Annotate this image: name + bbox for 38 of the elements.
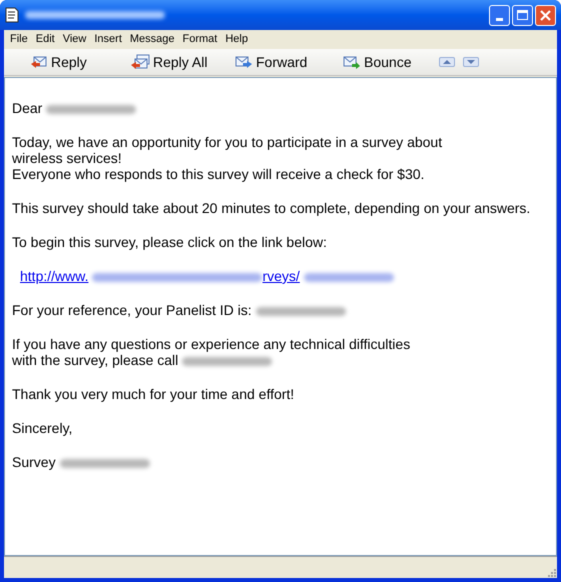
body-text: For your reference, your Panelist ID is:: [12, 302, 252, 318]
resize-grip-icon[interactable]: [546, 567, 556, 577]
document-icon: [5, 7, 19, 23]
minimize-button[interactable]: [489, 4, 510, 26]
menu-item[interactable]: Message: [126, 31, 178, 48]
toolbar-button[interactable]: Bounce: [343, 51, 439, 73]
next-button[interactable]: [463, 57, 479, 67]
close-button[interactable]: [535, 4, 556, 26]
toolbar-button[interactable]: Reply: [30, 51, 130, 73]
body-text: Dear: [12, 100, 42, 116]
body-text: Sincerely,: [12, 420, 72, 436]
toolbar-button[interactable]: Forward: [235, 51, 343, 73]
body-text: Today, we have an opportunity for you to participate in a survey about: [12, 134, 442, 150]
envelope-arrow-icon: [235, 54, 253, 70]
menu-item[interactable]: Format: [180, 31, 220, 48]
close-icon: [540, 10, 551, 20]
envelopes-arrow-icon: [130, 54, 150, 70]
menu-item[interactable]: View: [60, 31, 90, 48]
body-text: If you have any questions or experience any technical difficulties: [12, 336, 410, 352]
menu-item[interactable]: File: [7, 31, 31, 48]
toolbar-button[interactable]: Reply All: [130, 51, 235, 73]
maximize-button[interactable]: [512, 4, 533, 26]
body-text: To begin this survey, please click on the link below:: [12, 234, 327, 250]
menu-item[interactable]: Help: [222, 31, 251, 48]
triangle-up-icon: [443, 60, 451, 64]
envelope-arrow-icon: [343, 54, 361, 70]
menu-item[interactable]: Edit: [32, 31, 58, 48]
body-text: wireless services!: [12, 150, 122, 166]
envelope-arrow-icon: [30, 54, 48, 70]
body-text: Thank you very much for your time and effort!: [12, 386, 294, 402]
body-text: Survey: [12, 454, 56, 470]
body-text: This survey should take about 20 minutes to complete, depending on your answers.: [12, 200, 530, 216]
menu-item[interactable]: Insert: [91, 31, 125, 48]
triangle-down-icon: [467, 60, 475, 64]
survey-link[interactable]: http://www. rveys/: [20, 268, 394, 284]
body-text: with the survey, please call: [12, 352, 178, 368]
previous-button[interactable]: [439, 57, 455, 67]
body-text: Everyone who responds to this survey will receive a check for $30.: [12, 166, 424, 182]
